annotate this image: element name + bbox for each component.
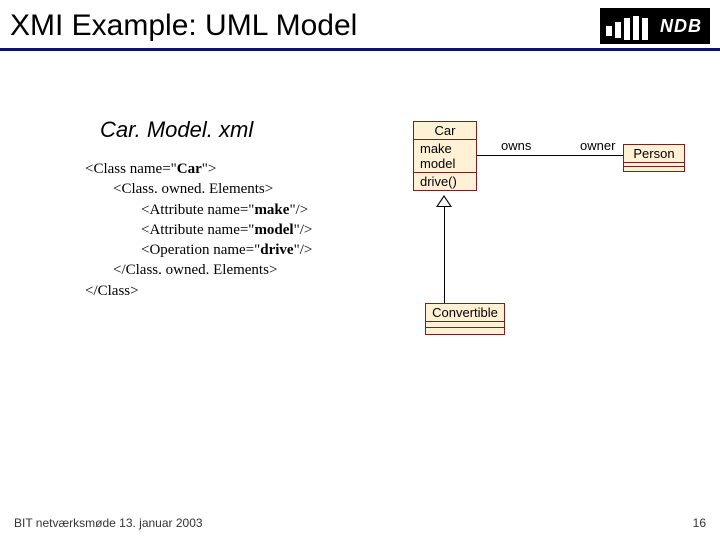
uml-operations <box>624 167 684 171</box>
uml-diagram: Car make model drive() Person owns owner… <box>405 121 705 381</box>
footer-note: BIT netværksmøde 13. januar 2003 <box>14 516 203 530</box>
uml-assoc-label-owner: owner <box>580 138 615 153</box>
logo-wave-icon <box>606 14 648 40</box>
uml-class-name: Convertible <box>426 304 504 322</box>
uml-class-name: Person <box>624 145 684 163</box>
uml-class-car: Car make model drive() <box>413 121 477 191</box>
uml-assoc-label-owns: owns <box>501 138 531 153</box>
slide-number: 16 <box>693 516 706 530</box>
uml-class-convertible: Convertible <box>425 303 505 335</box>
xml-filename: Car. Model. xml <box>100 117 253 143</box>
uml-generalization-line <box>444 207 445 303</box>
logo-text: NDB <box>660 16 702 37</box>
uml-operations: drive() <box>414 173 476 190</box>
xml-snippet: <Class name="Car"> <Class. owned. Elemen… <box>85 159 312 301</box>
uml-class-person: Person <box>623 144 685 172</box>
uml-attributes: make model <box>414 140 476 173</box>
uml-association-line <box>477 155 623 156</box>
uml-operations <box>426 328 504 334</box>
page-title: XMI Example: UML Model <box>10 9 600 43</box>
uml-generalization-arrow-icon <box>436 195 452 207</box>
ndb-logo: NDB <box>600 8 710 44</box>
uml-class-name: Car <box>414 122 476 140</box>
